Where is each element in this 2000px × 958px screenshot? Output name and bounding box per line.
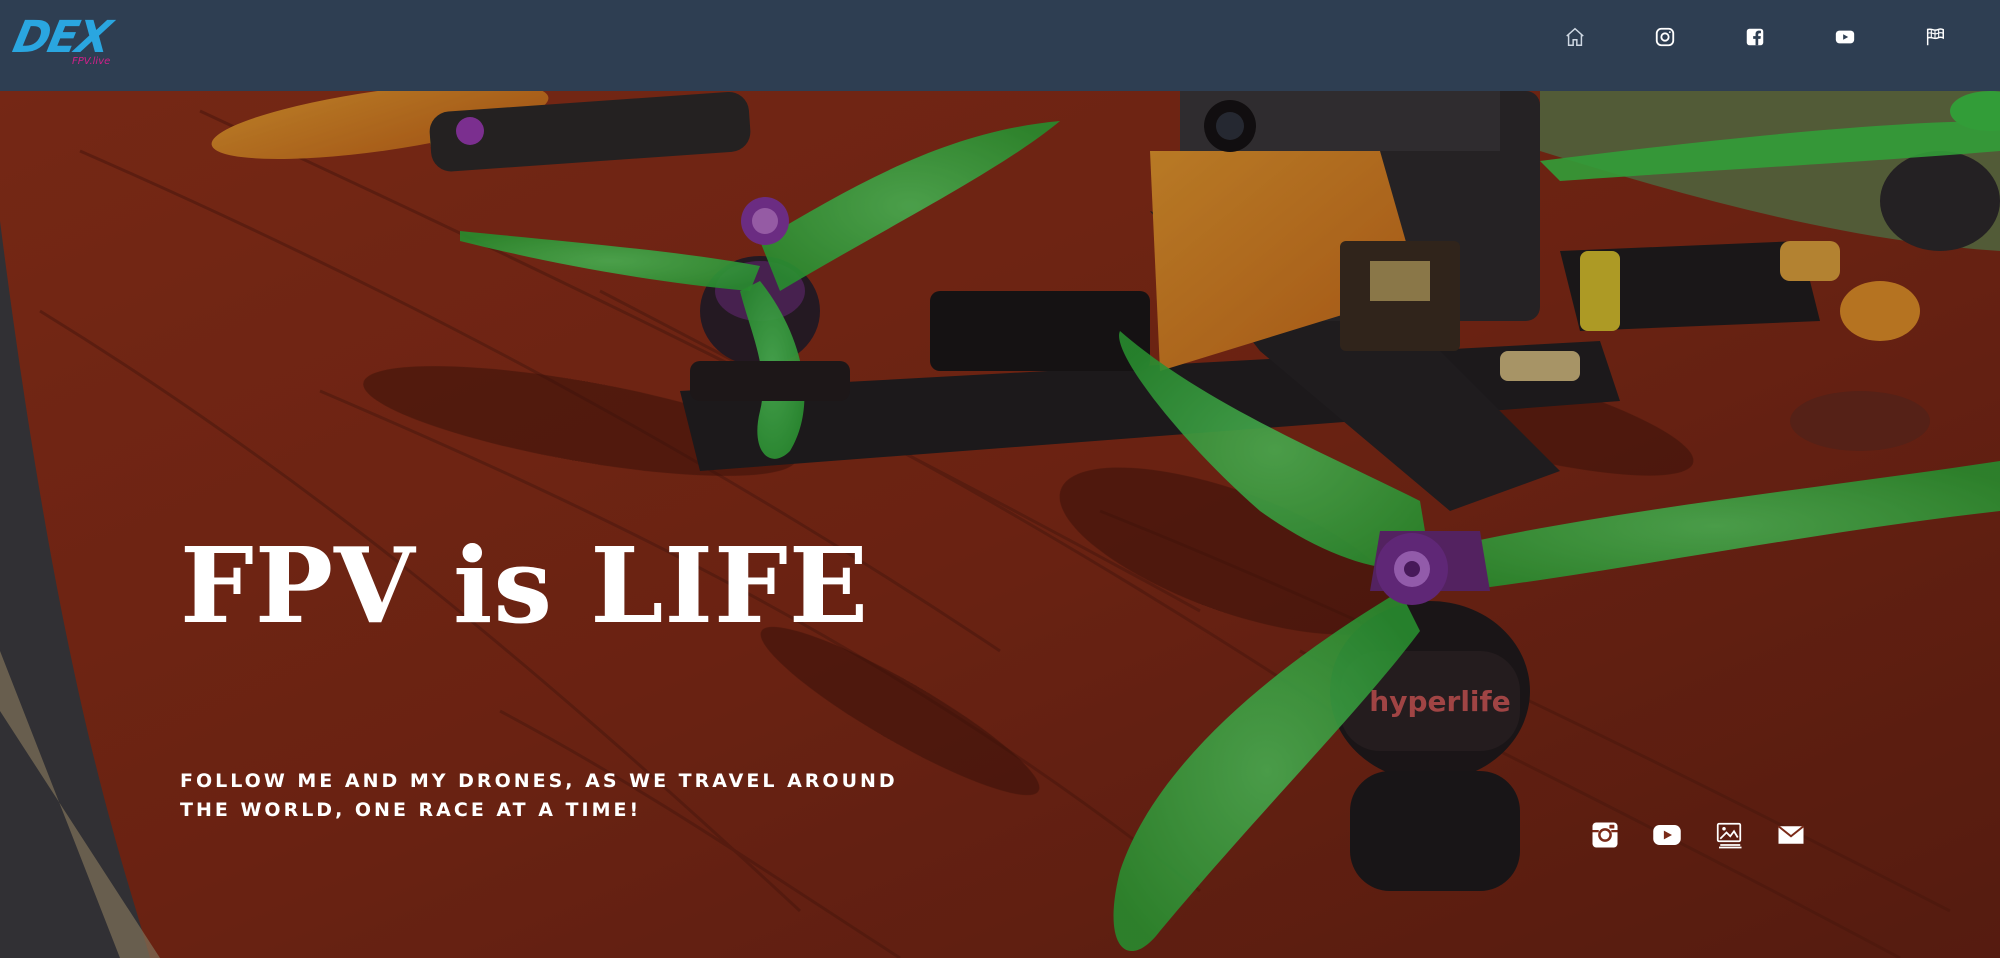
hero-headline: FPV is LIFE bbox=[180, 524, 870, 647]
logo-wordmark: DEX bbox=[8, 12, 115, 63]
youtube-icon bbox=[1835, 30, 1855, 44]
hero-section: hyperlife FPV is LIFE FOLLOW ME AND MY D… bbox=[0, 91, 2000, 958]
social-instagram-link[interactable] bbox=[1588, 818, 1622, 852]
social-gallery-link[interactable] bbox=[1712, 818, 1746, 852]
instagram-icon bbox=[1592, 822, 1618, 848]
top-navbar: DEX FPV.live bbox=[0, 0, 2000, 91]
site-logo[interactable]: DEX FPV.live bbox=[9, 12, 124, 74]
gallery-icon bbox=[1716, 822, 1742, 849]
mail-icon bbox=[1777, 825, 1805, 844]
instagram-icon bbox=[1655, 27, 1675, 47]
youtube-icon bbox=[1653, 825, 1681, 845]
home-icon bbox=[1566, 27, 1584, 46]
facebook-icon bbox=[1746, 28, 1764, 46]
hero-social-links bbox=[1588, 818, 1828, 854]
nav-instagram-link[interactable] bbox=[1650, 22, 1680, 52]
logo-subtext: FPV.live bbox=[72, 56, 111, 67]
social-email-link[interactable] bbox=[1774, 818, 1808, 852]
nav-race-link[interactable] bbox=[1920, 22, 1950, 52]
hero-tagline: FOLLOW ME AND MY DRONES, AS WE TRAVEL AR… bbox=[180, 770, 898, 821]
nav-facebook-link[interactable] bbox=[1740, 22, 1770, 52]
page: DEX FPV.live hyperlife FPV is LIFE FOLLO… bbox=[0, 0, 2000, 958]
race-flag-icon bbox=[1926, 28, 1944, 46]
nav-home-link[interactable] bbox=[1560, 22, 1590, 52]
top-nav bbox=[1560, 22, 1960, 52]
nav-youtube-link[interactable] bbox=[1830, 22, 1860, 52]
social-youtube-link[interactable] bbox=[1650, 818, 1684, 852]
